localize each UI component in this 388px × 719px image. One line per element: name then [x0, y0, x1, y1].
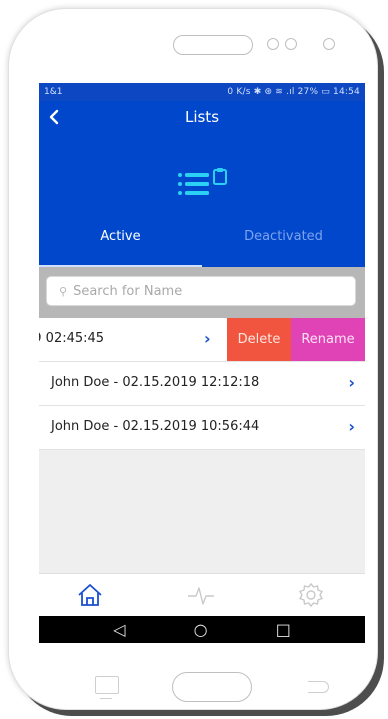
chevron-right-icon[interactable]: ›: [348, 373, 355, 392]
list-item-label: John Doe - 02.15.2019 10:56:44: [51, 419, 260, 434]
android-nav-bar: ◁ ○ □: [39, 616, 365, 643]
chevron-right-icon[interactable]: ›: [204, 329, 211, 348]
tab-deactivated[interactable]: Deactivated: [202, 229, 365, 244]
speaker-grille: [173, 35, 253, 55]
list-item[interactable]: John Doe - 02.15.2019 10:56:44 ›: [39, 406, 365, 450]
recent-apps-hw-icon: [95, 676, 119, 699]
list-item[interactable]: 19 02:45:45 › Delete Rename: [39, 318, 365, 362]
android-back-button[interactable]: ◁: [113, 620, 125, 639]
sensor-dot: [267, 38, 279, 50]
android-recents-button[interactable]: □: [276, 620, 291, 639]
clipboard-list-icon: [177, 167, 233, 205]
search-input[interactable]: ⚲ Search for Name: [46, 276, 356, 306]
delete-button[interactable]: Delete: [227, 318, 291, 361]
home-hw-button: [172, 672, 252, 702]
app-screen: 1&1 0 K/s ✱ ⊛ ≋ .ıl 27% ▭ 14:54 Lists Ac…: [39, 83, 365, 651]
chevron-right-icon[interactable]: ›: [348, 417, 355, 436]
carrier-label: 1&1: [44, 87, 63, 97]
front-camera: [323, 38, 335, 50]
search-icon: ⚲: [59, 284, 68, 298]
tab-active[interactable]: Active: [39, 229, 202, 244]
app-header: Lists Active Deactivated: [39, 101, 365, 267]
status-bar: 1&1 0 K/s ✱ ⊛ ≋ .ıl 27% ▭ 14:54: [39, 83, 365, 101]
back-hw-icon: [308, 681, 329, 693]
list-item[interactable]: John Doe - 02.15.2019 12:12:18 ›: [39, 362, 365, 406]
sensor-dot: [285, 38, 297, 50]
status-indicators: 0 K/s ✱ ⊛ ≋ .ıl 27% ▭ 14:54: [227, 87, 360, 97]
search-placeholder: Search for Name: [73, 283, 183, 299]
rename-button[interactable]: Rename: [291, 318, 365, 361]
bottom-navigation: [39, 573, 365, 616]
list-item-label: 19 02:45:45: [39, 331, 105, 346]
gear-icon[interactable]: [297, 582, 325, 608]
list-item-label: John Doe - 02.15.2019 12:12:18: [51, 375, 260, 390]
page-title: Lists: [184, 108, 220, 126]
empty-list-area: [39, 450, 365, 573]
pulse-icon[interactable]: [187, 582, 215, 608]
home-icon[interactable]: [76, 582, 104, 608]
android-home-button[interactable]: ○: [194, 620, 208, 639]
search-bar-container: ⚲ Search for Name: [39, 267, 365, 318]
